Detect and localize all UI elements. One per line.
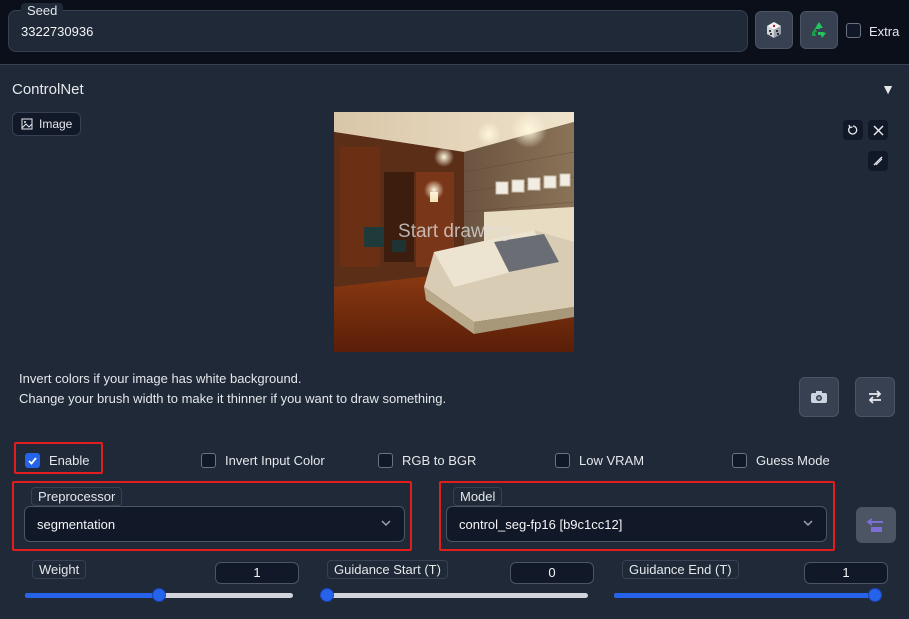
- canvas-overlay-text: Start drawing: [398, 221, 510, 242]
- seed-input[interactable]: Seed 3322730936: [8, 3, 748, 52]
- slider-fill: [25, 593, 159, 598]
- seed-label: Seed: [21, 3, 64, 18]
- hint-brush: Change your brush width to make it thinn…: [19, 391, 447, 406]
- weight-label: Weight: [32, 560, 87, 579]
- extra-label: Extra: [869, 24, 900, 39]
- checkbox-box: [378, 453, 393, 468]
- close-icon[interactable]: [868, 120, 888, 140]
- enable-checkmark-icon: [25, 453, 40, 468]
- swap-button[interactable]: [855, 377, 895, 417]
- collapse-triangle-icon[interactable]: ▼: [881, 81, 895, 97]
- seed-value[interactable]: 3322730936: [21, 24, 93, 39]
- guidance-start-slider[interactable]: [320, 588, 588, 602]
- image-icon: [21, 118, 33, 130]
- rgb-to-bgr-label: RGB to BGR: [402, 453, 477, 468]
- slider-thumb[interactable]: [868, 588, 882, 602]
- recycle-icon: [812, 22, 826, 38]
- checkbox-box: [732, 453, 747, 468]
- slider-thumb[interactable]: [152, 588, 166, 602]
- enable-checkbox[interactable]: Enable: [25, 453, 89, 468]
- model-dropdown[interactable]: control_seg-fp16 [b9c1cc12]: [446, 506, 827, 542]
- guidance-start-number-input[interactable]: 0: [510, 562, 594, 584]
- hint-invert: Invert colors if your image has white ba…: [19, 371, 302, 386]
- enable-label: Enable: [49, 453, 90, 468]
- reset-icon[interactable]: [843, 120, 863, 140]
- random-seed-button[interactable]: [755, 11, 793, 49]
- checkbox-box: [201, 453, 216, 468]
- model-value: control_seg-fp16 [b9c1cc12]: [459, 517, 623, 532]
- camera-icon: [811, 391, 827, 403]
- guidance-start-label: Guidance Start (T): [327, 560, 448, 579]
- low-vram-label: Low VRAM: [579, 453, 645, 468]
- guess-mode-label: Guess Mode: [756, 453, 830, 468]
- controlnet-panel: ControlNet ▼ Image Start drawing Invert …: [0, 64, 909, 619]
- rgb-to-bgr-checkbox[interactable]: RGB to BGR: [378, 453, 476, 468]
- guidance-end-number-input[interactable]: 1: [804, 562, 888, 584]
- brush-icon[interactable]: [868, 151, 888, 171]
- dice-icon: [767, 22, 781, 38]
- back-end-icon: [866, 518, 883, 532]
- chevron-down-icon: [803, 520, 813, 527]
- swap-arrows-icon: [868, 390, 882, 404]
- low-vram-checkbox[interactable]: Low VRAM: [555, 453, 644, 468]
- preprocessor-dropdown[interactable]: segmentation: [24, 506, 405, 542]
- invert-input-color-label: Invert Input Color: [225, 453, 325, 468]
- refresh-models-button[interactable]: [856, 507, 896, 543]
- slider-thumb[interactable]: [320, 588, 334, 602]
- chevron-down-icon: [381, 520, 391, 527]
- webcam-button[interactable]: [799, 377, 839, 417]
- checkbox-box: [555, 453, 570, 468]
- panel-title: ControlNet: [12, 81, 84, 98]
- guidance-end-label: Guidance End (T): [622, 560, 739, 579]
- image-tab[interactable]: Image: [12, 112, 82, 136]
- weight-slider[interactable]: [25, 588, 293, 602]
- model-label: Model: [453, 487, 503, 506]
- weight-number-input[interactable]: 1: [215, 562, 299, 584]
- slider-fill: [614, 593, 882, 598]
- extra-checkbox[interactable]: [846, 23, 861, 38]
- image-tab-label: Image: [39, 117, 73, 131]
- guess-mode-checkbox[interactable]: Guess Mode: [732, 453, 830, 468]
- preprocessor-value: segmentation: [37, 517, 116, 532]
- guidance-end-slider[interactable]: [614, 588, 882, 602]
- invert-input-color-checkbox[interactable]: Invert Input Color: [201, 453, 325, 468]
- reuse-seed-button[interactable]: [800, 11, 838, 49]
- preprocessor-label: Preprocessor: [31, 487, 123, 506]
